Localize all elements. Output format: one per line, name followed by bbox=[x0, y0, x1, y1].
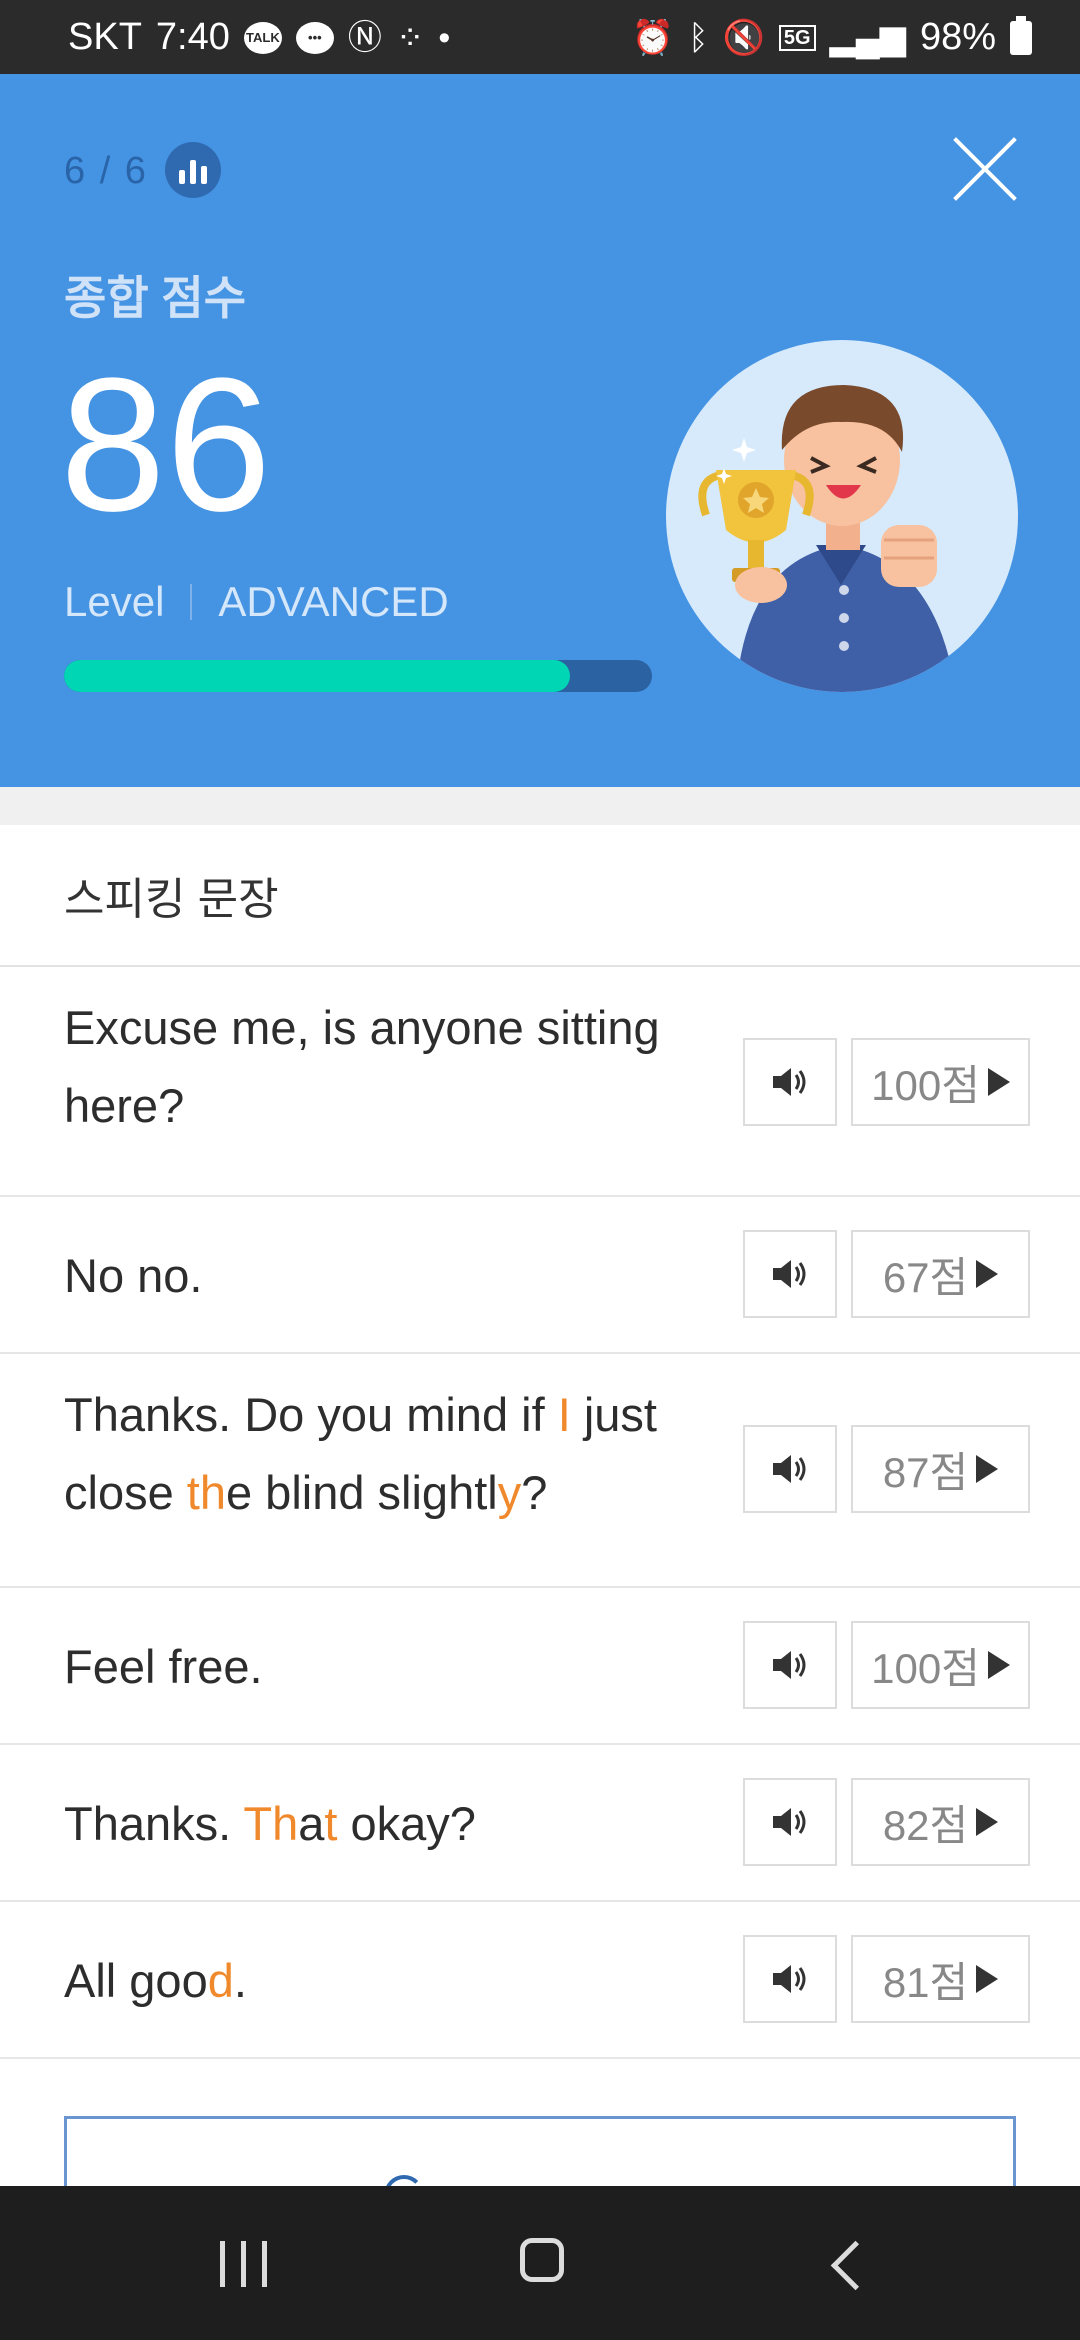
signal-icon: ▂▄▆ bbox=[829, 18, 906, 57]
sentence-text: All good. bbox=[64, 1942, 714, 2020]
sentence-score: 82점 bbox=[882, 1801, 969, 1849]
score-progress-fill bbox=[64, 660, 570, 692]
recents-icon[interactable] bbox=[220, 2241, 267, 2287]
system-nav-bar bbox=[0, 2186, 1080, 2340]
sentence-segment: All goo bbox=[64, 1954, 208, 2007]
score-progress-bar bbox=[64, 660, 652, 692]
play-icon bbox=[976, 1260, 999, 1288]
sentence-score-button[interactable]: 100점 bbox=[851, 1038, 1030, 1126]
speaker-icon bbox=[773, 1455, 806, 1483]
sentence-score-button[interactable]: 81점 bbox=[851, 1935, 1030, 2023]
sentence-score: 100점 bbox=[871, 1061, 980, 1109]
kakaotalk-icon: TALK bbox=[243, 21, 282, 54]
battery-percent: 98% bbox=[919, 16, 996, 58]
sentence-segment: No no. bbox=[64, 1249, 203, 1302]
sentence-segment: e blind slightl bbox=[225, 1466, 498, 1519]
alarm-icon: ⏰ bbox=[631, 18, 675, 57]
speaker-icon bbox=[773, 1068, 806, 1096]
mispronounced-segment: t bbox=[324, 1797, 338, 1850]
sentence-row: No no. 67점 bbox=[0, 1197, 1080, 1354]
battery-icon bbox=[1010, 15, 1032, 55]
sentence-score-button[interactable]: 82점 bbox=[851, 1778, 1030, 1866]
sentence-score: 87점 bbox=[882, 1448, 969, 1496]
back-icon[interactable] bbox=[830, 2240, 881, 2291]
play-icon bbox=[987, 1651, 1010, 1679]
level-divider bbox=[190, 584, 193, 620]
mispronounced-segment: th bbox=[186, 1466, 226, 1519]
sentence-text: Thanks. Do you mind if I just close the … bbox=[64, 1376, 714, 1532]
speaker-icon bbox=[773, 1651, 806, 1679]
total-score-value: 86 bbox=[60, 339, 272, 551]
dot-icon: • bbox=[438, 18, 451, 57]
sentence-segment: ? bbox=[521, 1466, 548, 1519]
level-row: Level ADVANCED bbox=[64, 578, 449, 626]
sentence-segment: Thanks. Do you mind if bbox=[64, 1388, 558, 1441]
listen-audio-button[interactable] bbox=[743, 1425, 837, 1513]
total-score-label: 종합 점수 bbox=[64, 272, 247, 324]
listen-audio-button[interactable] bbox=[743, 1230, 837, 1318]
play-icon bbox=[987, 1068, 1010, 1096]
sentence-segment: Excuse me, is anyone sitting here? bbox=[64, 1001, 660, 1132]
sentence-segment: Feel free. bbox=[64, 1640, 263, 1693]
home-icon[interactable] bbox=[520, 2238, 564, 2282]
sentence-score: 81점 bbox=[882, 1958, 969, 2006]
section-title: 스피킹 문장 bbox=[0, 825, 1080, 967]
sentence-score: 67점 bbox=[882, 1253, 969, 1301]
mispronounced-segment: Th bbox=[243, 1797, 299, 1850]
sentence-text: Excuse me, is anyone sitting here? bbox=[64, 989, 714, 1145]
listen-audio-button[interactable] bbox=[743, 1778, 837, 1866]
sentence-score-button[interactable]: 100점 bbox=[851, 1621, 1030, 1709]
sentence-text: Thanks. That okay? bbox=[64, 1785, 714, 1863]
sentence-row: Excuse me, is anyone sitting here? 100점 bbox=[0, 967, 1080, 1197]
close-button[interactable] bbox=[950, 134, 1020, 204]
clock: 7:40 bbox=[155, 16, 230, 58]
network-5g-icon: 5G bbox=[778, 24, 816, 51]
sentence-row: Feel free. 100점 bbox=[0, 1588, 1080, 1745]
play-icon bbox=[976, 1808, 999, 1836]
sentence-segment: a bbox=[298, 1797, 325, 1850]
trophy-character-illustration bbox=[666, 340, 1018, 692]
carrier-label: SKT bbox=[68, 16, 142, 58]
mute-icon: 🔇 bbox=[722, 18, 765, 57]
sentence-segment: . bbox=[233, 1954, 247, 2007]
speaker-icon bbox=[773, 1260, 806, 1288]
speaker-icon bbox=[773, 1965, 806, 1993]
sparkle-icon: ⁘ bbox=[395, 18, 425, 57]
sentence-segment: Thanks. bbox=[64, 1797, 244, 1850]
listen-audio-button[interactable] bbox=[743, 1038, 837, 1126]
sentence-segment: okay? bbox=[337, 1797, 476, 1850]
mispronounced-segment: y bbox=[497, 1466, 522, 1519]
sentence-text: Feel free. bbox=[64, 1628, 714, 1706]
sentence-row: Thanks. Do you mind if I just close the … bbox=[0, 1354, 1080, 1588]
listen-audio-button[interactable] bbox=[743, 1935, 837, 2023]
message-icon: ••• bbox=[295, 21, 334, 54]
play-icon bbox=[976, 1455, 999, 1483]
sentence-text: No no. bbox=[64, 1237, 714, 1315]
sentence-list: Excuse me, is anyone sitting here? 100점 No… bbox=[0, 967, 1080, 2059]
stats-chart-icon[interactable] bbox=[165, 142, 221, 198]
status-bar: SKT 7:40 TALK ••• Ⓝ ⁘ • ⏰ ᛒ 🔇 5G ▂▄▆ 98% bbox=[0, 0, 1080, 74]
sentence-score-button[interactable]: 67점 bbox=[851, 1230, 1030, 1318]
play-icon bbox=[976, 1965, 999, 1993]
listen-audio-button[interactable] bbox=[743, 1621, 837, 1709]
mispronounced-segment: I bbox=[557, 1388, 571, 1441]
sentence-score: 100점 bbox=[871, 1644, 980, 1692]
sentence-score-button[interactable]: 87점 bbox=[851, 1425, 1030, 1513]
sentence-row: All good. 81점 bbox=[0, 1902, 1080, 2059]
section-spacer bbox=[0, 787, 1080, 825]
mispronounced-segment: d bbox=[207, 1954, 234, 2007]
level-label: Level bbox=[64, 578, 165, 625]
level-value: ADVANCED bbox=[218, 578, 449, 625]
sentence-row: Thanks. That okay? 82점 bbox=[0, 1745, 1080, 1902]
bluetooth-icon: ᛒ bbox=[688, 18, 709, 57]
nfc-icon: Ⓝ bbox=[347, 18, 382, 57]
speaker-icon bbox=[773, 1808, 806, 1836]
question-progress: 6 / 6 bbox=[64, 150, 148, 192]
